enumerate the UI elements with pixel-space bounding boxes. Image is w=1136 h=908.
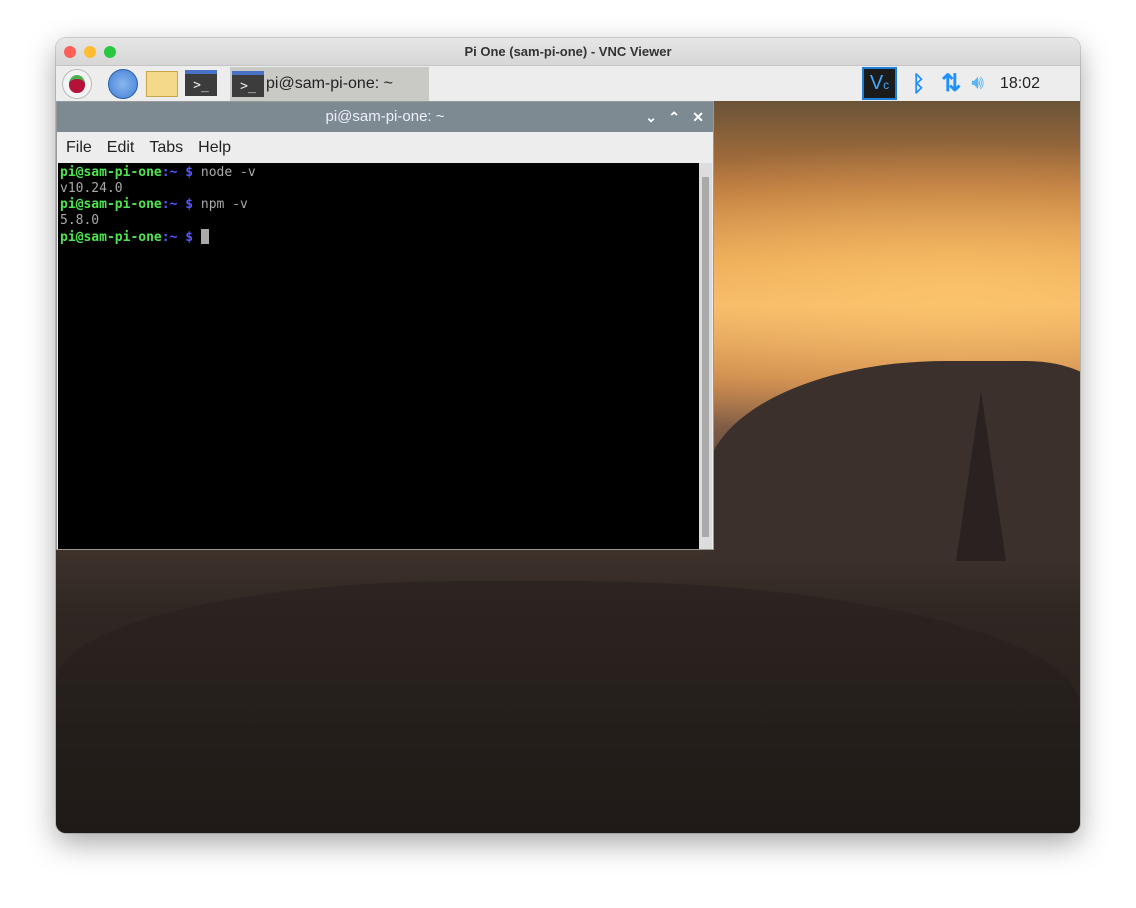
terminal-line: pi@sam-pi-one:~ $ — [60, 229, 698, 246]
terminal-titlebar[interactable]: pi@sam-pi-one: ~ ⌄ ⌃ ✕ — [57, 102, 713, 132]
menu-file[interactable]: File — [66, 139, 92, 157]
task-label: pi@sam-pi-one: ~ — [266, 75, 393, 92]
file-manager-icon[interactable] — [146, 71, 178, 97]
raspberry-menu-icon[interactable] — [62, 69, 92, 99]
close-icon[interactable]: ✕ — [692, 102, 704, 132]
scrollbar-thumb[interactable] — [702, 177, 709, 537]
cursor — [200, 229, 209, 244]
terminal-launcher-icon[interactable]: >_ — [185, 70, 217, 96]
terminal-line: v10.24.0 — [60, 181, 123, 196]
scrollbar[interactable] — [699, 163, 712, 549]
terminal-line: 5.8.0 — [60, 213, 100, 228]
minimize-icon[interactable]: ⌄ — [645, 102, 657, 132]
taskbar: >_ >_ pi@sam-pi-one: ~ Vc ᛒ ⇅ 🔊︎ 18:02 — [56, 66, 1080, 101]
terminal-icon: >_ — [232, 71, 264, 97]
taskbar-item-terminal[interactable]: >_ pi@sam-pi-one: ~ — [230, 67, 429, 101]
terminal-window: pi@sam-pi-one: ~ ⌄ ⌃ ✕ File Edit Tabs He… — [56, 101, 714, 550]
system-tray: Vc ᛒ ⇅ 🔊︎ 18:02 — [862, 66, 1040, 101]
web-browser-icon[interactable] — [108, 69, 138, 99]
clock[interactable]: 18:02 — [1000, 75, 1040, 93]
volume-icon[interactable]: 🔊︎ — [971, 72, 984, 95]
terminal-line: pi@sam-pi-one:~ $ npm -v — [60, 197, 248, 212]
maximize-icon[interactable]: ⌃ — [668, 102, 680, 132]
vnc-viewer-window: Pi One (sam-pi-one) - VNC Viewer >_ >_ p… — [56, 38, 1080, 833]
menu-tabs[interactable]: Tabs — [149, 139, 183, 157]
window-title: Pi One (sam-pi-one) - VNC Viewer — [464, 44, 672, 59]
bluetooth-icon[interactable]: ᛒ — [912, 71, 925, 97]
vnc-server-icon[interactable]: Vc — [862, 67, 897, 100]
mac-titlebar: Pi One (sam-pi-one) - VNC Viewer — [56, 38, 1080, 66]
terminal-title: pi@sam-pi-one: ~ — [325, 108, 445, 125]
terminal-line: pi@sam-pi-one:~ $ node -v — [60, 165, 256, 180]
menu-help[interactable]: Help — [198, 139, 231, 157]
menu-edit[interactable]: Edit — [107, 139, 135, 157]
menubar: File Edit Tabs Help — [57, 132, 713, 163]
terminal-output[interactable]: pi@sam-pi-one:~ $ node -v v10.24.0 pi@sa… — [58, 163, 700, 549]
network-icon[interactable]: ⇅ — [941, 69, 961, 98]
